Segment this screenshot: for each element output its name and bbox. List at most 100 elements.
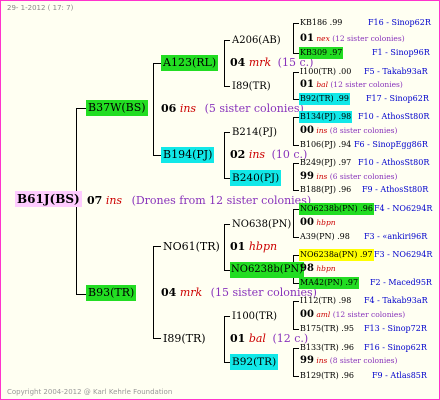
gen4-queen-9[interactable]: A39(PN) .98 [299,231,351,243]
root-info: 07 ins (Drones from 12 sister colonies) [87,194,311,207]
gen4-origin-8: F4 - NO6294R [374,204,433,213]
gen3-ins: hbpn [316,218,336,227]
pedigree-frame: 29- 1-2012 ( 17: 7) B61J(BS) 07 ins (Dro… [0,0,440,400]
connector [293,72,294,99]
gen3-year: 01 [300,33,314,44]
gen4-origin-2: F5 - Takab93aR [364,67,428,76]
connector [224,316,225,362]
connector [224,224,225,270]
gen4-origin-11: F2 - Maced95R [370,278,432,287]
header-date: 29- 1-2012 ( 17: 7) [7,4,74,12]
gen3-ins: nex [316,34,330,43]
gen2-ins: bal [248,332,266,345]
gen3-note: (12 sister colonies) [332,34,405,43]
gen4-queen-2[interactable]: I100(TR) .00 [299,66,352,78]
gen4-queen-11[interactable]: MA42(PN) .97 [299,277,360,289]
gen3-year: 98 [300,263,314,274]
gen3-info-4: 00 hbpn [300,218,336,228]
gen3-note: (12 sister colonies) [330,80,403,89]
gen2-queen-3[interactable]: I89(TR) [163,332,206,345]
gen4-origin-9: F3 - «ankiri96R [364,232,428,241]
gen3-year: 00 [300,125,314,136]
gen4-queen-3[interactable]: B92(TR) .99 [299,93,350,105]
gen3-year: 01 [300,79,314,90]
connector [153,246,154,338]
gen4-origin-12: F4 - Takab93aR [364,296,428,305]
gen4-queen-10[interactable]: NO6238a(PN) .97 [299,249,374,261]
gen3-info-2: 00 ins (8 sister colonies) [300,126,397,136]
gen4-queen-4[interactable]: B134(PJ) .98 [299,111,353,123]
gen4-origin-7: F9 - AthosSt80R [362,185,429,194]
gen1-info-0: 06 ins (5 sister colonies) [161,102,304,115]
gen3-queen-6[interactable]: I100(TR) [232,310,277,323]
gen4-queen-15[interactable]: B129(TR) .96 [299,370,355,382]
connector [153,338,161,339]
root-year: 07 [87,194,103,207]
root-note: (Drones from 12 sister colonies) [131,194,312,207]
gen3-year: 99 [300,171,314,182]
connector [293,209,294,237]
gen1-queen-1[interactable]: B93(TR) [86,285,137,301]
connector [224,132,225,178]
gen3-ins: hbpn [316,264,336,273]
connector [224,40,225,86]
gen3-info-1: 01 bal (12 sister colonies) [300,80,403,90]
gen4-origin-0: F16 - Sinop62R [368,18,431,27]
gen4-origin-6: F10 - AthosSt80R [358,158,430,167]
gen4-origin-10: F3 - NO6294R [374,250,433,259]
gen3-queen-7[interactable]: B92(TR) [230,354,279,370]
gen1-info-1: 04 mrk (15 sister colonies) [161,286,317,299]
gen3-info-0: 01 nex (12 sister colonies) [300,34,405,44]
gen1-queen-0[interactable]: B37W(BS) [86,100,148,116]
gen3-queen-2[interactable]: B214(PJ) [232,126,277,139]
gen3-queen-0[interactable]: A206(AB) [232,34,281,47]
gen4-queen-5[interactable]: B106(PJ) .94 [299,139,352,151]
gen3-note: (8 sister colonies) [329,356,398,365]
connector [224,132,230,133]
gen4-origin-4: F10 - AthosSt80R [358,112,430,121]
gen4-origin-3: F17 - Sinop62R [366,94,429,103]
connector [293,23,294,53]
connector [224,316,230,317]
gen3-ins: bal [316,80,328,89]
gen2-queen-1[interactable]: B194(PJ) [161,147,215,163]
gen4-queen-14[interactable]: B133(TR) .96 [299,342,355,354]
gen4-queen-8[interactable]: NO6238b(PN) .96 [299,203,374,215]
gen4-queen-12[interactable]: I112(TR) .98 [299,295,352,307]
gen3-year: 99 [300,355,314,366]
root-queen[interactable]: B61J(BS) [15,191,82,207]
gen3-note: (12 sister colonies) [332,310,406,319]
connector [293,163,294,190]
gen2-year: 02 [230,148,246,161]
gen2-queen-0[interactable]: A123(RL) [161,55,219,71]
gen2-year: 01 [230,240,246,253]
gen3-queen-3[interactable]: B240(PJ) [230,170,282,186]
gen3-queen-1[interactable]: I89(TR) [232,80,271,93]
gen2-year: 01 [230,332,246,345]
gen4-queen-6[interactable]: B249(PJ) .97 [299,157,352,169]
connector [153,246,161,247]
gen3-ins: ins [316,356,328,365]
gen3-queen-5[interactable]: NO6238b(PN) [230,262,305,278]
gen4-queen-0[interactable]: KB186 .99 [299,17,343,29]
gen4-queen-7[interactable]: B188(PJ) .96 [299,184,352,196]
connector [153,155,161,156]
gen3-ins: ins [316,126,328,135]
gen4-queen-1[interactable]: KB309 .97 [299,47,344,59]
gen2-queen-2[interactable]: NO61(TR) [163,240,220,253]
gen3-year: 00 [300,309,314,320]
gen4-origin-5: F6 - SinopEgg86R [354,140,428,149]
gen2-info-3: 01 bal (12 c.) [230,332,308,345]
gen1-note: (5 sister colonies) [204,102,304,115]
gen3-note: (8 sister colonies) [329,126,398,135]
gen4-origin-1: F1 - Sinop96R [372,48,430,57]
gen2-year: 04 [230,56,246,69]
gen1-ins: mrk [179,286,203,299]
gen3-info-7: 99 ins (8 sister colonies) [300,356,397,366]
gen4-queen-13[interactable]: B175(TR) .95 [299,323,355,335]
gen4-origin-13: F13 - Sinop72R [364,324,427,333]
gen2-ins: hbpn [248,240,278,253]
gen3-queen-4[interactable]: NO638(PN) [232,218,291,231]
gen3-info-3: 99 ins (6 sister colonies) [300,172,397,182]
gen1-ins: ins [179,102,197,115]
